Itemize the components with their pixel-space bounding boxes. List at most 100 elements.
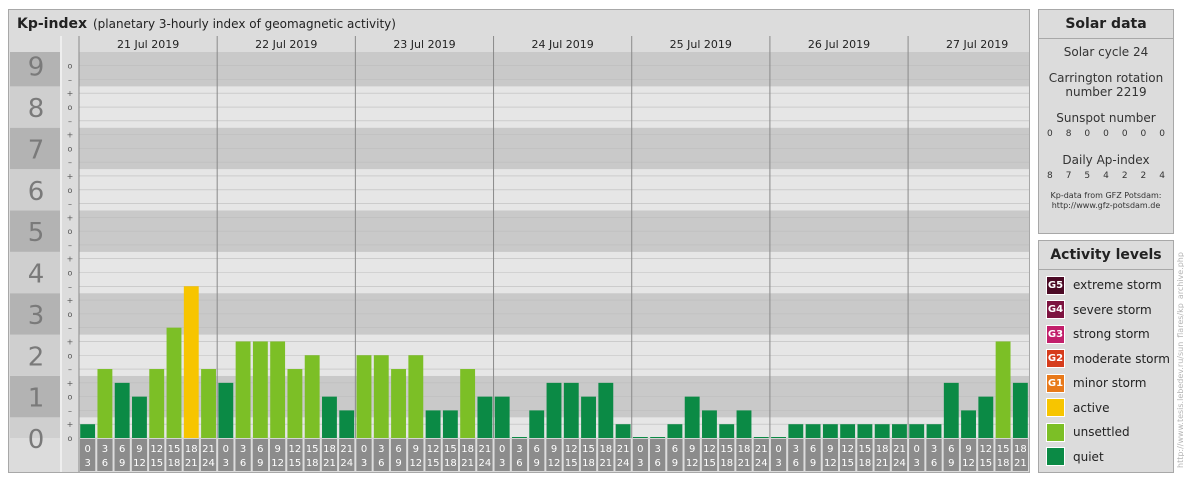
time-bin-end: 21 [1014,458,1027,469]
time-bin-end: 21 [461,458,474,469]
time-bin-start: 15 [582,444,595,455]
y-tick-label: 0 [28,425,45,455]
time-bin-start: 6 [810,444,816,455]
y-minor-label: – [68,158,72,167]
legend-label: strong storm [1073,327,1150,341]
sunspot-value: 0 [1140,129,1147,139]
y-tick-label: 6 [28,177,45,207]
y-minor-label: o [68,393,73,402]
day-label: 21 Jul 2019 [117,38,179,51]
kp-bar [252,341,268,438]
time-bin-end: 9 [257,458,263,469]
time-bin-start: 18 [185,444,198,455]
kp-bar [805,424,821,438]
legend-label: quiet [1073,449,1104,464]
time-bin-start: 6 [534,444,540,455]
kp-bar [892,424,907,438]
kp-bar [546,382,562,438]
time-bin-start: 3 [793,444,799,455]
y-minor-label: o [68,227,73,236]
time-bin-end: 9 [395,458,401,469]
kp-bar [995,341,1011,438]
kp-bar [874,424,890,438]
y-minor-label: o [68,269,73,278]
time-bin-end: 12 [271,458,284,469]
time-bin-start: 18 [323,444,336,455]
kp-bar [581,396,596,438]
ap-value: 5 [1084,171,1091,181]
kp-bar [529,410,545,438]
legend-item-unsettled: unsettled [1046,422,1130,442]
kp-bar [218,382,234,438]
y-minor-label: + [67,420,74,429]
legend-item-quiet: quiet [1046,447,1104,467]
legend-label: severe storm [1073,302,1152,317]
y-minor-label: + [67,255,74,264]
time-bin-end: 6 [378,458,384,469]
time-bin-end: 6 [931,458,937,469]
time-bin-end: 6 [240,458,246,469]
time-bin-end: 15 [979,458,992,469]
kp-bar [235,341,251,438]
time-bin-start: 21 [893,444,906,455]
y-tick-label: 4 [28,260,45,290]
kp-bar [201,369,216,438]
kp-bar [719,424,735,438]
time-bin-start: 6 [948,444,954,455]
ap-values: 8 7 5 4 2 2 4 [1039,171,1173,181]
time-bin-start: 9 [274,444,280,455]
time-bin-end: 15 [703,458,716,469]
legend-swatch: G3 [1046,324,1065,344]
time-bin-start: 15 [306,444,319,455]
time-bin-end: 24 [893,458,906,469]
y-minor-label: – [68,75,72,84]
time-bin-start: 9 [136,444,142,455]
kp-bar [822,424,838,438]
y-minor-label: + [67,172,74,181]
time-bin-end: 9 [672,458,678,469]
kp-bar [270,341,286,438]
kp-bar [477,396,493,438]
day-label: 22 Jul 2019 [255,38,317,51]
kp-bar [149,369,165,438]
sunspot-value: 0 [1121,129,1128,139]
time-bin-start: 21 [617,444,630,455]
time-bin-end: 12 [133,458,146,469]
time-bin-start: 18 [738,444,751,455]
time-bin-end: 24 [340,458,353,469]
time-bin-start: 9 [827,444,833,455]
legend-swatch [1046,447,1065,466]
day-label: 27 Jul 2019 [946,38,1008,51]
time-bin-end: 3 [914,458,920,469]
chart-title: Kp-index [17,16,87,32]
time-bin-start: 0 [361,444,367,455]
chart-subtitle: (planetary 3-hourly index of geomagnetic… [93,17,396,31]
kp-bar [97,369,113,438]
kp-bar [512,437,527,438]
kp-bar [753,437,769,438]
time-bin-end: 21 [323,458,336,469]
time-bin-end: 6 [102,458,108,469]
kp-chart: 0123456789o+o–+o–+o–+o–+o–+o–+o–+o–+o–21… [10,36,1029,472]
time-bin-start: 3 [931,444,937,455]
time-bin-end: 21 [738,458,751,469]
time-bin-end: 9 [810,458,816,469]
kp-bar [736,410,752,438]
time-bin-end: 18 [720,458,733,469]
time-bin-start: 12 [565,444,578,455]
ap-value: 2 [1121,171,1128,181]
kp-bar [339,410,355,438]
y-minor-label: – [68,282,72,291]
legend-item-extreme-storm: G5 extreme storm [1046,275,1162,295]
y-minor-label: – [68,241,72,250]
time-bin-start: 15 [720,444,733,455]
carrington-line2: number 2219 [1065,85,1147,99]
legend-item-severe-storm: G4 severe storm [1046,300,1152,320]
day-label: 24 Jul 2019 [532,38,594,51]
time-bin-start: 12 [289,444,302,455]
kp-bar [166,327,182,438]
legend-label: minor storm [1073,376,1147,390]
time-bin-start: 9 [413,444,419,455]
kp-bar [494,396,510,438]
source-link[interactable]: http://www.gfz-potsdam.de [1039,201,1173,211]
